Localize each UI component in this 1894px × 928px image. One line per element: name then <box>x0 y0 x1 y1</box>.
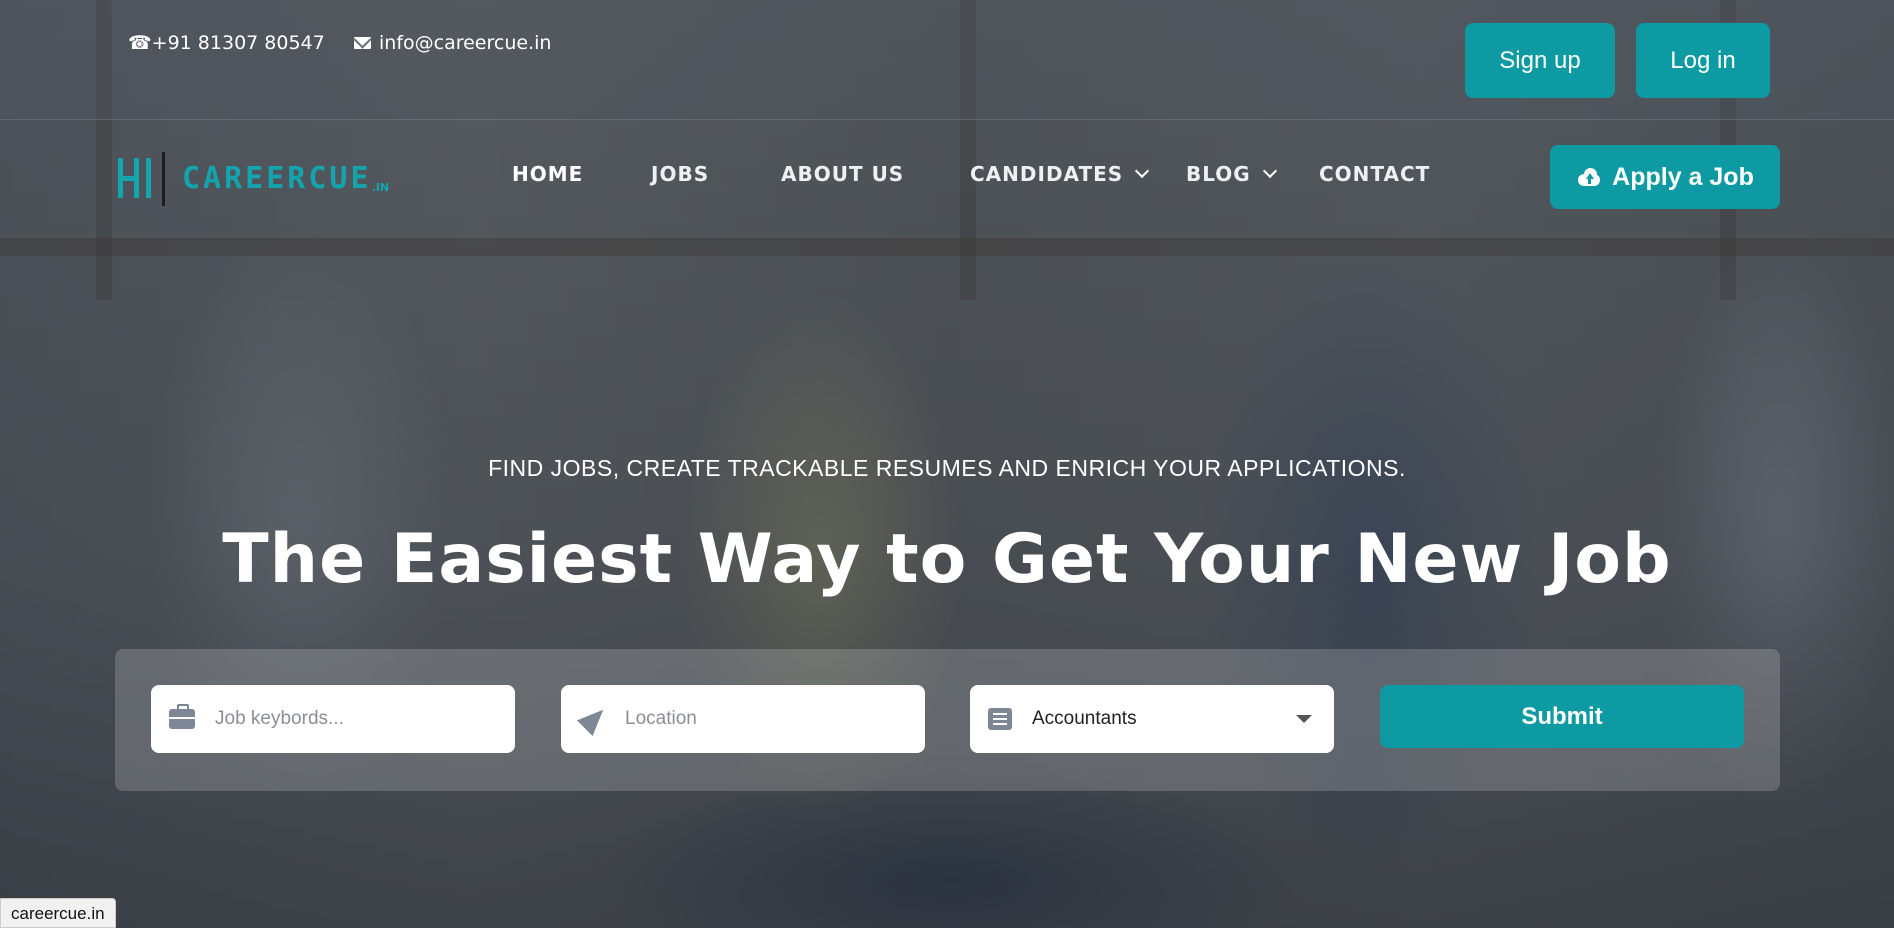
briefcase-icon <box>169 704 195 729</box>
cloud-upload-icon <box>1576 168 1602 186</box>
category-selected-value: Accountants <box>1032 708 1137 729</box>
nav-home-label: HOME <box>512 162 584 186</box>
nav-contact[interactable]: CONTACT <box>1319 162 1430 186</box>
email-address[interactable]: info@careercue.in <box>379 32 551 54</box>
submit-button[interactable]: Submit <box>1380 685 1744 748</box>
chevron-down-icon <box>1262 163 1277 179</box>
list-icon <box>988 708 1012 730</box>
contact-email[interactable]: info@careercue.in <box>354 32 551 54</box>
brand-name: CAREERCUE <box>182 160 372 196</box>
nav-blog-label: BLOG <box>1186 162 1251 186</box>
apply-job-label: Apply a Job <box>1612 162 1754 191</box>
nav-home[interactable]: HOME <box>512 162 583 186</box>
logo-mark-icon <box>118 152 168 206</box>
category-select[interactable]: Accountants <box>970 685 1334 753</box>
nav-blog[interactable]: BLOG <box>1186 162 1277 186</box>
nav-about-us[interactable]: ABOUT US <box>781 162 904 186</box>
hero-headline: The Easiest Way to Get Your New Job <box>222 520 1672 599</box>
keywords-input[interactable] <box>215 708 475 730</box>
nav-contact-label: CONTACT <box>1319 162 1431 186</box>
hero-tagline: FIND JOBS, CREATE TRACKABLE RESUMES AND … <box>488 455 1406 481</box>
signup-button[interactable]: Sign up <box>1465 23 1615 98</box>
brand-logo[interactable]: CAREERCUE .IN <box>118 150 389 206</box>
nav-candidates-label: CANDIDATES <box>970 162 1124 186</box>
keywords-field[interactable] <box>151 685 515 753</box>
phone-number[interactable]: ☎+91 81307 80547 <box>128 32 325 54</box>
chevron-down-icon <box>1135 163 1150 179</box>
location-input[interactable] <box>625 708 885 730</box>
mail-icon <box>354 37 371 49</box>
apply-job-button[interactable]: Apply a Job <box>1550 145 1780 209</box>
job-search-panel: Accountants Submit <box>115 649 1780 791</box>
login-button[interactable]: Log in <box>1636 23 1770 98</box>
nav-jobs[interactable]: JOBS <box>651 162 709 186</box>
location-field[interactable] <box>561 685 925 753</box>
nav-candidates[interactable]: CANDIDATES <box>970 162 1150 186</box>
location-arrow-icon <box>577 702 611 736</box>
nav-about-label: ABOUT US <box>781 162 905 186</box>
contact-phone[interactable]: ☎+91 81307 80547 <box>128 32 325 54</box>
status-bar-url: careercue.in <box>0 898 116 928</box>
brand-suffix: .IN <box>371 180 390 194</box>
nav-jobs-label: JOBS <box>651 162 710 186</box>
caret-down-icon <box>1296 715 1312 723</box>
top-bar: ☎+91 81307 80547 info@careercue.in Sign … <box>0 0 1894 120</box>
